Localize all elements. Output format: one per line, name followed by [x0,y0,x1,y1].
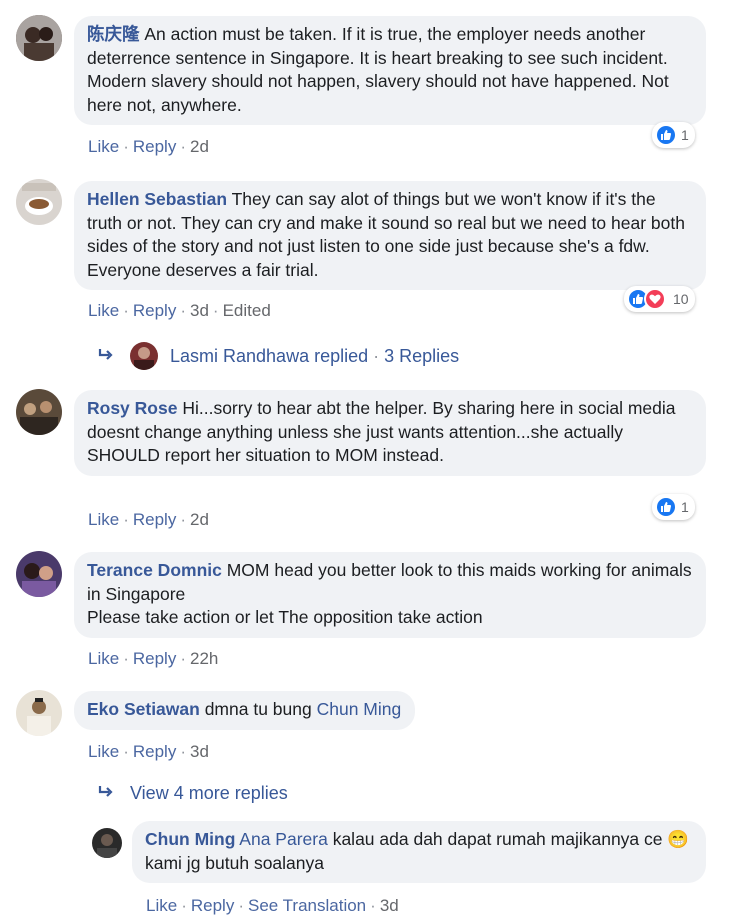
avatar[interactable] [16,179,62,225]
separator: · [181,896,187,915]
separator: · [180,649,186,668]
comment-author[interactable]: 陈庆隆 [87,24,140,44]
comment-author[interactable]: Rosy Rose [87,398,177,418]
comment-author[interactable]: Terance Domnic [87,560,222,580]
grin-emoji-icon: 😁 [667,829,690,849]
see-translation-button[interactable]: See Translation [248,896,366,915]
separator: · [373,345,380,366]
mention-link[interactable]: Ana Parera [239,829,328,849]
avatar[interactable] [92,828,122,858]
reply-arrow-icon [98,346,114,367]
separator: · [180,301,186,320]
timestamp[interactable]: 3d [190,742,209,761]
reaction-count: 1 [681,499,689,515]
timestamp[interactable]: 3d [190,301,209,320]
reply-actions: Like · Reply · See Translation · 3d [146,896,399,916]
reply-button[interactable]: Reply [133,137,176,156]
comment-text: dmna tu bung [204,699,312,719]
reply-button[interactable]: Reply [133,510,176,529]
reply-button[interactable]: Reply [133,742,176,761]
comment-text: An action must be taken. If it is true, … [87,24,669,115]
like-button[interactable]: Like [88,649,119,668]
timestamp[interactable]: 3d [380,896,399,915]
reply-button[interactable]: Reply [133,301,176,320]
avatar[interactable] [16,690,62,736]
replied-summary[interactable]: Lasmi Randhawa replied · 3 Replies [98,342,459,370]
comment-actions: Like · Reply · 2d [88,510,209,530]
comment-actions: Like · Reply · 2d [88,137,209,157]
comment-author[interactable]: Eko Setiawan [87,699,200,719]
timestamp[interactable]: 22h [190,649,218,668]
separator: · [370,896,376,915]
avatar[interactable] [16,551,62,597]
reaction-summary[interactable]: 1 [652,122,695,148]
comment-bubble: Eko Setiawan dmna tu bung Chun Ming [74,691,416,730]
view-more-replies[interactable]: View 4 more replies [98,783,288,804]
reply-author[interactable]: Chun Ming [145,829,235,849]
separator: · [123,301,129,320]
separator: · [212,301,219,320]
replied-name[interactable]: Lasmi Randhawa replied [170,346,368,367]
like-button[interactable]: Like [88,301,119,320]
separator: · [123,742,129,761]
reply-button[interactable]: Reply [133,649,176,668]
comment-bubble: 陈庆隆 An action must be taken. If it is tr… [74,16,706,125]
separator: · [180,137,186,156]
avatar[interactable] [16,389,62,435]
comment-author[interactable]: Hellen Sebastian [87,189,227,209]
view-more-label[interactable]: View 4 more replies [130,783,288,804]
separator: · [123,510,129,529]
avatar[interactable] [16,15,62,61]
reply-text-a: kalau ada dah dapat rumah majikannya ce [332,829,663,849]
timestamp[interactable]: 2d [190,137,209,156]
reaction-summary[interactable]: 1 [652,494,695,520]
like-button[interactable]: Like [88,510,119,529]
like-button[interactable]: Like [146,896,177,915]
comment-actions: Like · Reply · 3d [88,742,209,762]
reply-count[interactable]: 3 Replies [384,346,459,367]
comment-bubble: Terance Domnic MOM head you better look … [74,552,706,638]
reply-arrow-icon [98,783,114,804]
reply-text-b: kami jg butuh soalanya [145,852,324,873]
reply-bubble: Chun Ming Ana Parera kalau ada dah dapat… [132,821,706,883]
comment-actions: Like · Reply · 3d · Edited [88,301,271,321]
reaction-count: 10 [673,291,689,307]
reaction-count: 1 [681,127,689,143]
like-icon [655,124,677,146]
comment-actions: Like · Reply · 22h [88,649,218,669]
like-button[interactable]: Like [88,742,119,761]
reaction-summary[interactable]: 10 [624,286,695,312]
mention-link[interactable]: Chun Ming [317,699,402,719]
separator: · [180,742,186,761]
avatar [130,342,158,370]
love-icon [644,288,666,310]
separator: · [123,649,129,668]
separator: · [180,510,186,529]
reply-button[interactable]: Reply [191,896,234,915]
comment-text-line2: Please take action or let The opposition… [87,607,483,627]
edited-label[interactable]: Edited [223,301,271,320]
timestamp[interactable]: 2d [190,510,209,529]
like-icon [655,496,677,518]
comment-bubble: Hellen Sebastian They can say alot of th… [74,181,706,290]
comment-bubble: Rosy Rose Hi...sorry to hear abt the hel… [74,390,706,476]
separator: · [123,137,129,156]
separator: · [238,896,244,915]
like-button[interactable]: Like [88,137,119,156]
